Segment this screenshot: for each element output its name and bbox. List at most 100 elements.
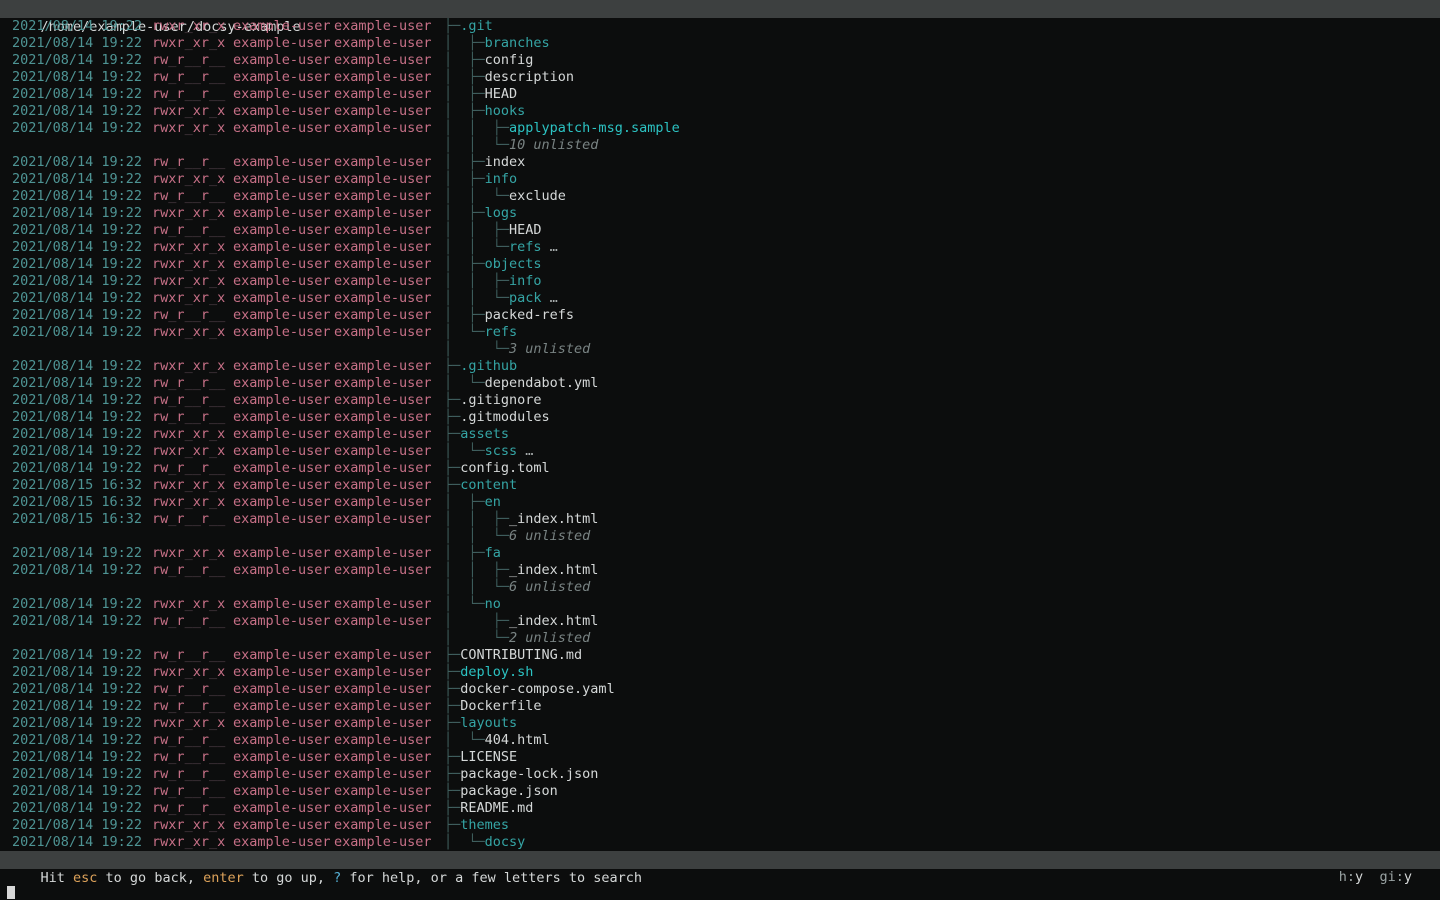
tree-row[interactable]: 2021/08/14 19:22rwxr_xr_xexample-userexa… <box>0 324 1440 341</box>
entry-name[interactable]: content <box>460 477 517 493</box>
tree-row[interactable]: 2021/08/14 19:22rwxr_xr_xexample-userexa… <box>0 545 1440 562</box>
entry-name[interactable]: _index.html <box>509 511 598 527</box>
tree-row[interactable]: 2021/08/14 19:22rwxr_xr_xexample-userexa… <box>0 426 1440 443</box>
tree-row[interactable]: 2021/08/14 19:22rw_r__r__example-userexa… <box>0 800 1440 817</box>
tree-row[interactable]: │ │ └─6 unlisted <box>0 528 1440 545</box>
tree-branch: │ │ ├─_index.html <box>444 562 598 579</box>
entry-name[interactable]: info <box>485 171 518 187</box>
tree-row[interactable]: │ └─2 unlisted <box>0 630 1440 647</box>
tree-row[interactable]: 2021/08/14 19:22rwxr_xr_xexample-userexa… <box>0 18 1440 35</box>
tree-row[interactable]: 2021/08/14 19:22rwxr_xr_xexample-userexa… <box>0 443 1440 460</box>
tree-row[interactable]: │ │ └─10 unlisted <box>0 137 1440 154</box>
tree-row[interactable]: 2021/08/14 19:22rw_r__r__example-userexa… <box>0 698 1440 715</box>
entry-name[interactable]: refs <box>485 324 518 340</box>
entry-name[interactable]: docsy <box>485 834 526 850</box>
entry-name[interactable]: Dockerfile <box>460 698 541 714</box>
tree-row[interactable]: 2021/08/14 19:22rw_r__r__example-userexa… <box>0 69 1440 86</box>
tree-row[interactable]: 2021/08/14 19:22rw_r__r__example-userexa… <box>0 749 1440 766</box>
entry-name[interactable]: branches <box>485 35 550 51</box>
entry-name[interactable]: package-lock.json <box>460 766 598 782</box>
tree-row[interactable]: │ └─3 unlisted <box>0 341 1440 358</box>
entry-name[interactable]: HEAD <box>485 86 518 102</box>
tree-row[interactable]: 2021/08/14 19:22rw_r__r__example-userexa… <box>0 783 1440 800</box>
entry-name[interactable]: applypatch-msg.sample <box>509 120 680 136</box>
entry-name[interactable]: scss <box>485 443 518 459</box>
tree-row[interactable]: 2021/08/14 19:22rwxr_xr_xexample-userexa… <box>0 290 1440 307</box>
entry-name[interactable]: index <box>485 154 526 170</box>
tree-row[interactable]: 2021/08/14 19:22rwxr_xr_xexample-userexa… <box>0 35 1440 52</box>
tree-row[interactable]: 2021/08/14 19:22rw_r__r__example-userexa… <box>0 307 1440 324</box>
tree-row[interactable]: 2021/08/14 19:22rwxr_xr_xexample-userexa… <box>0 715 1440 732</box>
tree-row[interactable]: 2021/08/14 19:22rwxr_xr_xexample-userexa… <box>0 596 1440 613</box>
entry-name[interactable]: en <box>485 494 501 510</box>
tree-row[interactable]: 2021/08/14 19:22rwxr_xr_xexample-userexa… <box>0 239 1440 256</box>
entry-name[interactable]: info <box>509 273 542 289</box>
tree-row[interactable]: 2021/08/14 19:22rw_r__r__example-userexa… <box>0 392 1440 409</box>
entry-name[interactable]: docker-compose.yaml <box>460 681 614 697</box>
entry-name[interactable]: deploy.sh <box>460 664 533 680</box>
tree-row[interactable]: 2021/08/14 19:22rwxr_xr_xexample-userexa… <box>0 664 1440 681</box>
entry-name[interactable]: _index.html <box>509 562 598 578</box>
tree-row[interactable]: 2021/08/14 19:22rw_r__r__example-userexa… <box>0 613 1440 630</box>
tree-row[interactable]: │ │ └─6 unlisted <box>0 579 1440 596</box>
entry-name[interactable]: CONTRIBUTING.md <box>460 647 582 663</box>
entry-name[interactable]: logs <box>485 205 518 221</box>
entry-date: 2021/08/14 19:22 <box>12 52 142 69</box>
entry-name[interactable]: layouts <box>460 715 517 731</box>
tree-row[interactable]: 2021/08/14 19:22rw_r__r__example-userexa… <box>0 460 1440 477</box>
entry-name[interactable]: .gitignore <box>460 392 541 408</box>
tree-row[interactable]: 2021/08/14 19:22rw_r__r__example-userexa… <box>0 52 1440 69</box>
tree-row[interactable]: 2021/08/14 19:22rwxr_xr_xexample-userexa… <box>0 817 1440 834</box>
entry-name[interactable]: package.json <box>460 783 558 799</box>
search-input-line[interactable] <box>0 885 1440 900</box>
tree-row[interactable]: 2021/08/14 19:22rw_r__r__example-userexa… <box>0 375 1440 392</box>
entry-name[interactable]: themes <box>460 817 509 833</box>
entry-name[interactable]: exclude <box>509 188 566 204</box>
entry-name[interactable]: description <box>485 69 574 85</box>
tree-row[interactable]: 2021/08/14 19:22rwxr_xr_xexample-userexa… <box>0 273 1440 290</box>
tree-row[interactable]: 2021/08/14 19:22rw_r__r__example-userexa… <box>0 188 1440 205</box>
tree-row[interactable]: 2021/08/14 19:22rw_r__r__example-userexa… <box>0 732 1440 749</box>
entry-name[interactable]: .gitmodules <box>460 409 549 425</box>
entry-name[interactable]: hooks <box>485 103 526 119</box>
entry-name[interactable]: no <box>485 596 501 612</box>
tree-row[interactable]: 2021/08/14 19:22rw_r__r__example-userexa… <box>0 766 1440 783</box>
tree-row[interactable]: 2021/08/14 19:22rw_r__r__example-userexa… <box>0 647 1440 664</box>
entry-name[interactable]: fa <box>485 545 501 561</box>
tree-branch: │ ├─objects <box>444 256 542 273</box>
tree-row[interactable]: 2021/08/14 19:22rw_r__r__example-userexa… <box>0 409 1440 426</box>
tree-row[interactable]: 2021/08/15 16:32rw_r__r__example-userexa… <box>0 511 1440 528</box>
entry-name[interactable]: assets <box>460 426 509 442</box>
tree-row[interactable]: 2021/08/14 19:22rwxr_xr_xexample-userexa… <box>0 103 1440 120</box>
entry-name[interactable]: config.toml <box>460 460 549 476</box>
entry-permissions: rw_r__r__ <box>152 188 225 205</box>
root-path-row[interactable]: /home/example-user/docsy-example <box>0 0 1440 18</box>
tree-row[interactable]: 2021/08/15 16:32rwxr_xr_xexample-userexa… <box>0 477 1440 494</box>
entry-name[interactable]: .github <box>460 358 517 374</box>
entry-name[interactable]: refs <box>509 239 542 255</box>
entry-name[interactable]: _index.html <box>509 613 598 629</box>
entry-name[interactable]: HEAD <box>509 222 542 238</box>
entry-name[interactable]: dependabot.yml <box>485 375 599 391</box>
tree-row[interactable]: 2021/08/14 19:22rwxr_xr_xexample-userexa… <box>0 171 1440 188</box>
entry-name[interactable]: objects <box>485 256 542 272</box>
tree-row[interactable]: 2021/08/14 19:22rw_r__r__example-userexa… <box>0 562 1440 579</box>
tree-row[interactable]: 2021/08/15 16:32rwxr_xr_xexample-userexa… <box>0 494 1440 511</box>
entry-name[interactable]: config <box>485 52 534 68</box>
tree-row[interactable]: 2021/08/14 19:22rwxr_xr_xexample-userexa… <box>0 834 1440 851</box>
tree-row[interactable]: 2021/08/14 19:22rw_r__r__example-userexa… <box>0 681 1440 698</box>
tree-row[interactable]: 2021/08/14 19:22rw_r__r__example-userexa… <box>0 86 1440 103</box>
tree-row[interactable]: 2021/08/14 19:22rwxr_xr_xexample-userexa… <box>0 256 1440 273</box>
tree-row[interactable]: 2021/08/14 19:22rwxr_xr_xexample-userexa… <box>0 205 1440 222</box>
entry-name[interactable]: packed-refs <box>485 307 574 323</box>
entry-name[interactable]: .git <box>460 18 493 34</box>
entry-name[interactable]: pack <box>509 290 542 306</box>
entry-name[interactable]: LICENSE <box>460 749 517 765</box>
entry-name[interactable]: 404.html <box>485 732 550 748</box>
tree-row[interactable]: 2021/08/14 19:22rw_r__r__example-userexa… <box>0 222 1440 239</box>
tree-branch: │ └─refs <box>444 324 517 341</box>
tree-row[interactable]: 2021/08/14 19:22rw_r__r__example-userexa… <box>0 154 1440 171</box>
tree-row[interactable]: 2021/08/14 19:22rwxr_xr_xexample-userexa… <box>0 358 1440 375</box>
tree-row[interactable]: 2021/08/14 19:22rwxr_xr_xexample-userexa… <box>0 120 1440 137</box>
entry-name[interactable]: README.md <box>460 800 533 816</box>
